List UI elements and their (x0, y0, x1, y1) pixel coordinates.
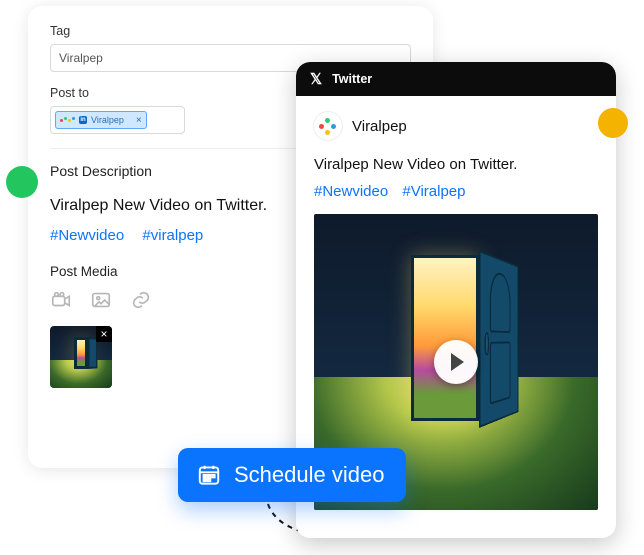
hashtag-link[interactable]: #Newvideo (50, 227, 124, 244)
hashtag-link[interactable]: #viralpep (142, 227, 203, 244)
preview-hashtags: #Newvideo #Viralpep (314, 183, 598, 200)
preview-account-name: Viralpep (352, 118, 407, 135)
linkedin-badge-icon: in (79, 116, 87, 124)
media-thumbnail[interactable]: × (50, 326, 112, 388)
viralpep-logo-icon (60, 119, 75, 122)
calendar-icon (196, 462, 222, 488)
x-logo-icon: 𝕏 (310, 70, 322, 88)
decorative-circle-yellow (598, 108, 628, 138)
schedule-video-button[interactable]: Schedule video (178, 448, 406, 502)
decorative-circle-green (6, 166, 38, 198)
preview-header: 𝕏 Twitter (296, 62, 616, 96)
play-icon[interactable] (434, 340, 478, 384)
video-upload-icon[interactable] (50, 289, 72, 316)
preview-account: Viralpep (314, 112, 598, 140)
remove-media-icon[interactable]: × (96, 326, 112, 342)
link-icon[interactable] (130, 289, 152, 316)
viralpep-logo-icon (314, 112, 342, 140)
hashtag-link[interactable]: #Newvideo (314, 183, 388, 200)
image-upload-icon[interactable] (90, 289, 112, 316)
chip-remove-icon[interactable]: × (136, 115, 142, 126)
account-chip[interactable]: in Viralpep × (55, 111, 147, 129)
account-chip-label: Viralpep (91, 115, 124, 125)
hashtag-link[interactable]: #Viralpep (402, 183, 465, 200)
tag-label: Tag (50, 24, 411, 38)
preview-platform-label: Twitter (332, 72, 372, 86)
preview-post-text: Viralpep New Video on Twitter. (314, 156, 598, 173)
schedule-video-label: Schedule video (234, 462, 384, 488)
post-to-field[interactable]: in Viralpep × (50, 106, 185, 134)
